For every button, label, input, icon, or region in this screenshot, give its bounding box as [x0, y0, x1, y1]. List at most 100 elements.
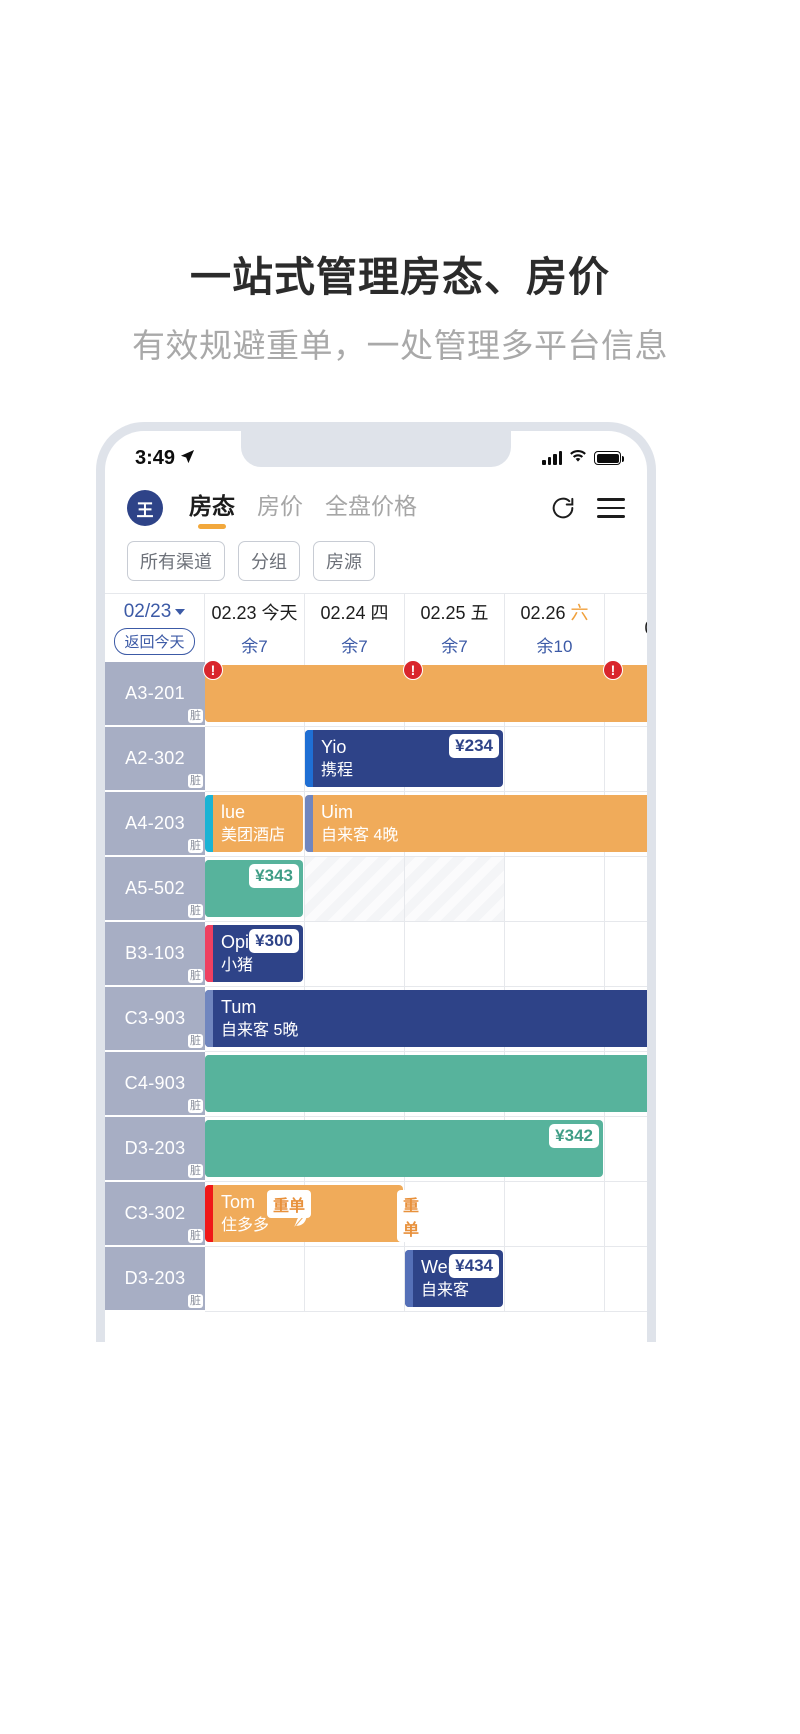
day-label: 02.24 四: [320, 603, 389, 623]
booking-bar[interactable]: ¥343: [205, 860, 303, 917]
back-to-today-button[interactable]: 返回今天: [114, 628, 195, 655]
calendar-cell[interactable]: [305, 1247, 405, 1312]
booking-bar[interactable]: Wen 自来客 ¥434: [405, 1250, 503, 1307]
warning-icon[interactable]: !: [403, 660, 423, 680]
day-column-header[interactable]: 02.26 六 余10: [505, 594, 605, 662]
calendar-cell[interactable]: [305, 857, 405, 922]
phone-notch: [241, 431, 511, 467]
filter-chip-all-channels[interactable]: 所有渠道: [127, 541, 225, 581]
day-column-header[interactable]: 02: [605, 594, 655, 662]
duplicate-order-badge: 重单: [397, 1190, 426, 1242]
day-column-header[interactable]: 02.24 四 余7: [305, 594, 405, 662]
booking-bar[interactable]: Tom 住多多 重单 重单: [205, 1185, 426, 1242]
tab-roomprice[interactable]: 房价: [257, 487, 303, 530]
booking-source: 小猪: [221, 956, 254, 974]
dirty-status-badge: 脏: [188, 968, 203, 983]
booking-content: Tum 自来客 5晚: [213, 990, 647, 1047]
calendar-cell[interactable]: [605, 922, 647, 987]
room-label-cell[interactable]: A5-502 脏: [105, 857, 205, 922]
room-label-cell[interactable]: D3-203 脏: [105, 1117, 205, 1182]
room-name: A3-201: [125, 683, 185, 703]
booking-bar[interactable]: !!!: [203, 660, 647, 722]
page-title: 一站式管理房态、房价: [190, 254, 610, 300]
tab-roomstatus[interactable]: 房态: [189, 487, 235, 530]
calendar-cell[interactable]: [305, 922, 405, 987]
app-header: 王 房态 房价 全盘价格: [105, 479, 647, 531]
booking-bar[interactable]: Opit 小猪 ¥300: [205, 925, 303, 982]
calendar-cell[interactable]: [505, 1182, 605, 1247]
room-label-cell[interactable]: A3-201 脏: [105, 662, 205, 727]
room-label-cell[interactable]: B3-103 脏: [105, 922, 205, 987]
calendar-row: D3-203 脏 ¥342: [105, 1117, 647, 1182]
filter-chip-room-source[interactable]: 房源: [313, 541, 375, 581]
calendar-row: A5-502 脏 ¥343: [105, 857, 647, 922]
dirty-status-badge: 脏: [188, 1033, 203, 1048]
promo-section: 一站式管理房态、房价 有效规避重单，一处管理多平台信息: [0, 0, 800, 367]
booking-channel-stripe: [205, 795, 213, 852]
booking-channel-stripe: [305, 795, 313, 852]
calendar-cell[interactable]: [405, 857, 505, 922]
dirty-status-badge: 脏: [188, 903, 203, 918]
calendar-cell[interactable]: [205, 1247, 305, 1312]
booking-bar[interactable]: lue 美团酒店: [205, 795, 303, 852]
date-picker[interactable]: 02/23: [124, 601, 186, 623]
dirty-status-badge: 脏: [188, 773, 203, 788]
day-remaining: 余7: [441, 637, 468, 656]
calendar-cell[interactable]: [605, 1247, 647, 1312]
cellular-signal-icon: [542, 450, 562, 465]
booking-channel-stripe: [205, 860, 213, 917]
calendar-cell[interactable]: [505, 922, 605, 987]
room-label-cell[interactable]: A2-302 脏: [105, 727, 205, 792]
room-name: D3-203: [124, 1138, 186, 1158]
day-column-header[interactable]: 02.25 五 余7: [405, 594, 505, 662]
calendar-body: A3-201 脏!!! A2-302 脏 Yio 携程 ¥234 A4-203 脏 lue 美团酒店…: [105, 660, 647, 1312]
booking-content: [213, 665, 647, 722]
room-label-cell[interactable]: D3-203 脏: [105, 1247, 205, 1312]
duplicate-order-badge: 重单: [267, 1190, 312, 1218]
day-column-header[interactable]: 02.23 今天 余7: [205, 594, 305, 662]
calendar-cell[interactable]: [505, 1247, 605, 1312]
dirty-status-badge: 脏: [188, 1293, 203, 1308]
calendar-cell[interactable]: [605, 1117, 647, 1182]
row-grid: [205, 1052, 647, 1117]
booking-bar[interactable]: Uim 自来客 4晚: [305, 795, 647, 852]
day-label: 02: [644, 617, 655, 638]
room-label-cell[interactable]: C3-903 脏: [105, 987, 205, 1052]
status-time: 3:49: [135, 446, 176, 469]
room-name: A2-302: [125, 748, 185, 768]
day-remaining: 余10: [536, 637, 573, 656]
booking-bar[interactable]: ¥342: [205, 1120, 603, 1177]
filter-chip-group[interactable]: 分组: [238, 541, 300, 581]
booking-content: Uim 自来客 4晚: [313, 795, 647, 852]
row-grid: ¥343: [205, 857, 647, 922]
calendar-cell[interactable]: [605, 727, 647, 792]
room-name: A5-502: [125, 878, 185, 898]
calendar-cell[interactable]: [505, 727, 605, 792]
room-label-cell[interactable]: C3-302 脏: [105, 1182, 205, 1247]
booking-source: 自来客 4晚: [321, 826, 399, 844]
price-tag: ¥342: [549, 1124, 599, 1149]
wifi-icon: [569, 449, 587, 468]
hamburger-menu-icon[interactable]: [597, 494, 625, 522]
calendar-cell[interactable]: [605, 1182, 647, 1247]
refresh-icon[interactable]: [549, 494, 577, 522]
calendar-cell[interactable]: [605, 857, 647, 922]
calendar-cell[interactable]: [505, 857, 605, 922]
avatar[interactable]: 王: [127, 490, 163, 526]
status-time-group: 3:49: [135, 447, 195, 470]
booking-channel-stripe: [305, 730, 313, 787]
room-name: C3-903: [124, 1008, 186, 1028]
calendar-cell[interactable]: [405, 922, 505, 987]
booking-bar[interactable]: [205, 1055, 647, 1112]
bottom-fade: [105, 1312, 647, 1342]
booking-bar[interactable]: Tum 自来客 5晚: [205, 990, 647, 1047]
tab-allprice[interactable]: 全盘价格: [325, 487, 417, 530]
warning-icon[interactable]: !: [203, 660, 223, 680]
calendar-row: C3-302 脏 Tom 住多多 重单 重单: [105, 1182, 647, 1247]
room-label-cell[interactable]: C4-903 脏: [105, 1052, 205, 1117]
room-label-cell[interactable]: A4-203 脏: [105, 792, 205, 857]
warning-icon[interactable]: !: [603, 660, 623, 680]
calendar-cell[interactable]: [205, 727, 305, 792]
booking-bar[interactable]: Yio 携程 ¥234: [305, 730, 503, 787]
room-name: C3-302: [124, 1203, 186, 1223]
